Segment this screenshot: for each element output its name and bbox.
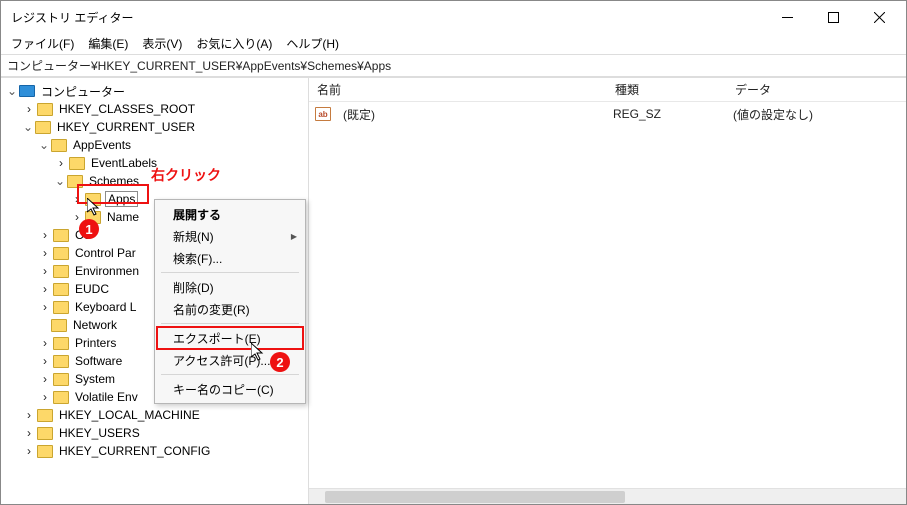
menu-favorites[interactable]: お気に入り(A) (190, 33, 278, 54)
address-bar[interactable]: コンピューター¥HKEY_CURRENT_USER¥AppEvents¥Sche… (1, 55, 906, 77)
menu-separator (161, 374, 299, 375)
context-menu: 展開する 新規(N) 検索(F)... 削除(D) 名前の変更(R) エクスポー… (154, 199, 306, 404)
tree-printers[interactable]: Printers (73, 336, 118, 350)
computer-icon (19, 85, 35, 97)
folder-icon (53, 355, 69, 368)
chevron-down-icon[interactable] (37, 138, 51, 152)
ctx-copykeyname[interactable]: キー名のコピー(C) (157, 378, 303, 400)
minimize-button[interactable] (764, 2, 810, 32)
chevron-right-icon[interactable] (21, 102, 37, 116)
annotation-rightclick: 右クリック (151, 165, 221, 185)
menu-view[interactable]: 表示(V) (136, 33, 188, 54)
column-name[interactable]: 名前 (309, 81, 607, 98)
row-type: REG_SZ (605, 107, 725, 121)
table-row[interactable]: ab (既定) REG_SZ (値の設定なし) (309, 104, 906, 124)
column-type[interactable]: 種類 (607, 81, 727, 98)
column-data[interactable]: データ (727, 81, 906, 98)
folder-icon (37, 409, 53, 422)
chevron-right-icon[interactable] (37, 282, 53, 296)
tree-names[interactable]: Name (105, 210, 141, 224)
chevron-right-icon[interactable] (53, 156, 69, 170)
folder-icon (53, 265, 69, 278)
tree-software[interactable]: Software (73, 354, 124, 368)
tree-hkcu[interactable]: HKEY_CURRENT_USER (55, 120, 197, 134)
tree-controlpanel[interactable]: Control Par (73, 246, 138, 260)
window-controls (764, 2, 902, 32)
chevron-right-icon[interactable] (37, 246, 53, 260)
chevron-down-icon[interactable] (5, 84, 19, 98)
chevron-down-icon[interactable] (53, 174, 67, 188)
list-rows[interactable]: ab (既定) REG_SZ (値の設定なし) (309, 102, 906, 488)
tree-system[interactable]: System (73, 372, 117, 386)
close-button[interactable] (856, 2, 902, 32)
tree-hklm[interactable]: HKEY_LOCAL_MACHINE (57, 408, 202, 422)
tree-root[interactable]: コンピューター (39, 83, 127, 100)
horizontal-scrollbar[interactable] (309, 488, 906, 504)
folder-icon (37, 445, 53, 458)
ctx-export[interactable]: エクスポート(E) (157, 327, 303, 349)
maximize-button[interactable] (810, 2, 856, 32)
body-split: コンピューター HKEY_CLASSES_ROOT HKEY_CURRENT_U… (1, 77, 906, 504)
annotation-step-1: 1 (79, 219, 99, 239)
folder-icon (53, 373, 69, 386)
tree-volatile[interactable]: Volatile Env (73, 390, 140, 404)
row-data: (値の設定なし) (725, 106, 906, 123)
tree-eudc[interactable]: EUDC (73, 282, 111, 296)
row-name: (既定) (335, 106, 605, 123)
address-text: コンピューター¥HKEY_CURRENT_USER¥AppEvents¥Sche… (7, 57, 391, 74)
menu-edit[interactable]: 編集(E) (82, 33, 134, 54)
ctx-delete[interactable]: 削除(D) (157, 276, 303, 298)
tree-keyboard[interactable]: Keyboard L (73, 300, 138, 314)
tree-hkcc[interactable]: HKEY_CURRENT_CONFIG (57, 444, 212, 458)
ctx-rename[interactable]: 名前の変更(R) (157, 298, 303, 320)
chevron-right-icon[interactable] (37, 300, 53, 314)
list-pane: 名前 種類 データ ab (既定) REG_SZ (値の設定なし) (309, 78, 906, 504)
ctx-find[interactable]: 検索(F)... (157, 247, 303, 269)
folder-icon (53, 337, 69, 350)
chevron-down-icon[interactable] (21, 120, 35, 134)
folder-icon (53, 301, 69, 314)
chevron-right-icon[interactable] (37, 336, 53, 350)
tree-appevents[interactable]: AppEvents (71, 138, 133, 152)
folder-icon (53, 247, 69, 260)
window-title: レジストリ エディター (11, 9, 764, 26)
tree-environment[interactable]: Environmen (73, 264, 141, 278)
folder-icon (51, 139, 67, 152)
scrollbar-thumb[interactable] (325, 491, 625, 503)
ctx-expand[interactable]: 展開する (157, 203, 303, 225)
tree-network[interactable]: Network (71, 318, 119, 332)
cursor-icon (87, 198, 103, 221)
tree-eventlabels[interactable]: EventLabels (89, 156, 159, 170)
folder-icon (37, 427, 53, 440)
titlebar: レジストリ エディター (1, 1, 906, 33)
folder-icon (69, 157, 85, 170)
chevron-right-icon[interactable] (37, 228, 53, 242)
folder-icon (53, 391, 69, 404)
menu-separator (161, 323, 299, 324)
folder-icon (51, 319, 67, 332)
column-headers: 名前 種類 データ (309, 78, 906, 102)
tree-hku[interactable]: HKEY_USERS (57, 426, 142, 440)
annotation-step-2: 2 (270, 352, 290, 372)
string-value-icon: ab (315, 107, 331, 121)
chevron-right-icon[interactable] (37, 354, 53, 368)
menu-separator (161, 272, 299, 273)
menu-help[interactable]: ヘルプ(H) (280, 33, 345, 54)
menubar: ファイル(F) 編集(E) 表示(V) お気に入り(A) ヘルプ(H) (1, 33, 906, 55)
cursor-icon (251, 343, 267, 366)
chevron-right-icon[interactable] (37, 390, 53, 404)
chevron-right-icon[interactable] (21, 444, 37, 458)
folder-icon (35, 121, 51, 134)
menu-file[interactable]: ファイル(F) (5, 33, 80, 54)
chevron-right-icon[interactable] (37, 264, 53, 278)
ctx-new[interactable]: 新規(N) (157, 225, 303, 247)
chevron-right-icon[interactable] (21, 426, 37, 440)
folder-icon (53, 229, 69, 242)
tree-hkcr[interactable]: HKEY_CLASSES_ROOT (57, 102, 197, 116)
chevron-right-icon[interactable] (37, 372, 53, 386)
registry-editor-window: レジストリ エディター ファイル(F) 編集(E) 表示(V) お気に入り(A)… (0, 0, 907, 505)
chevron-right-icon[interactable] (21, 408, 37, 422)
folder-icon (37, 103, 53, 116)
folder-icon (53, 283, 69, 296)
